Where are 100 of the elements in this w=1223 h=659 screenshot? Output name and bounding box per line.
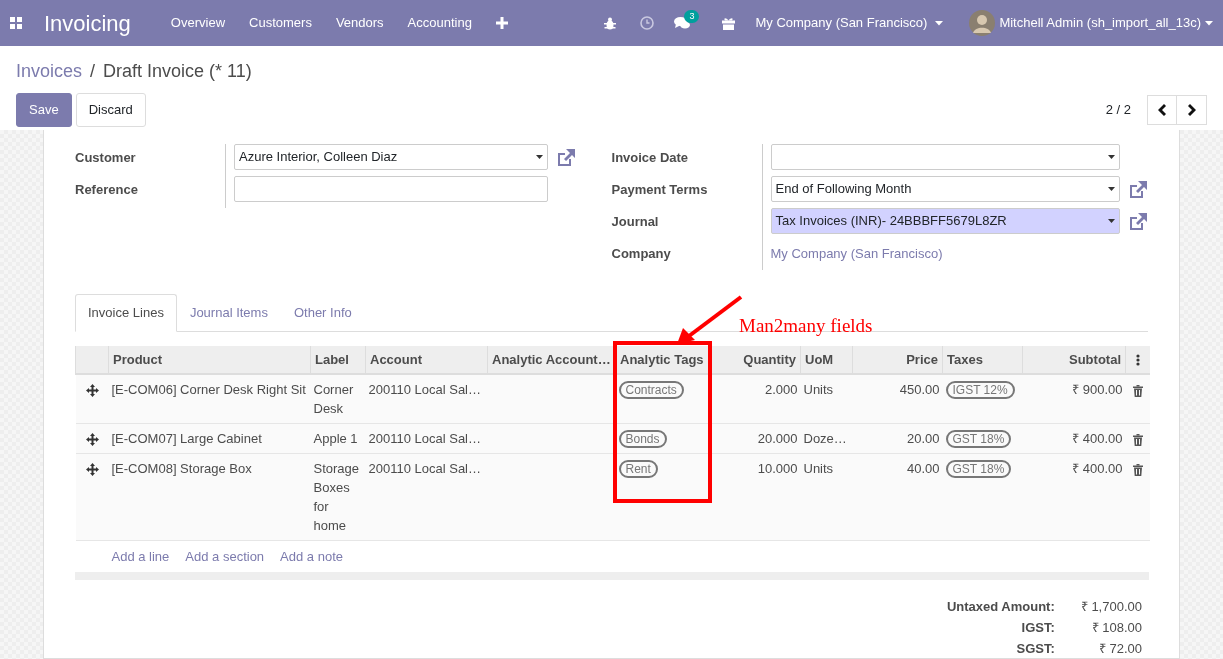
caret-icon — [1108, 219, 1115, 223]
column-header: UoM — [800, 345, 853, 374]
column-header: Quantity — [710, 345, 801, 374]
total-label: Untaxed Amount: — [945, 598, 1056, 616]
external-link-icon[interactable] — [555, 148, 576, 166]
clock-icon[interactable] — [640, 16, 655, 30]
tag-pill: Bonds — [618, 430, 667, 448]
caret-icon — [935, 20, 944, 26]
table-cell: [E-COM07] Large Cabinet — [108, 423, 311, 454]
table-cell: Apple 1 — [310, 423, 366, 454]
move-handle-icon[interactable] — [85, 463, 99, 477]
field-label: Customer — [75, 149, 137, 167]
external-link-icon[interactable] — [1128, 212, 1148, 230]
column-header: Product — [108, 345, 311, 374]
pager-counter: 2 / 2 — [1105, 101, 1131, 119]
chevron-right-icon — [1187, 103, 1196, 116]
input-field[interactable] — [234, 176, 548, 202]
total-value: ₹ 1,700.00 — [1079, 598, 1143, 616]
caret-icon — [535, 155, 543, 159]
column-header: Analytic Tags — [615, 345, 711, 374]
total-value: ₹ 108.00 — [1090, 619, 1143, 637]
previous-button[interactable] — [1147, 94, 1177, 125]
total-label: IGST: — [1020, 619, 1056, 637]
select-field[interactable]: Tax Invoices (INR)- 24BBBFF5679L8ZR — [770, 208, 1120, 234]
table-cell: 40.00 — [852, 453, 943, 541]
menu-item[interactable]: Vendors — [335, 13, 384, 33]
tax-pill: GST 18% — [945, 430, 1012, 448]
column-options-icon[interactable] — [1135, 354, 1140, 367]
table-cell: [E-COM08] Storage Box — [108, 453, 311, 541]
bug-icon[interactable] — [604, 16, 617, 30]
select-field[interactable]: End of Following Month — [770, 176, 1120, 202]
add-link[interactable]: Add a note — [280, 549, 343, 564]
total-value: ₹ 72.00 — [1097, 640, 1143, 658]
trash-icon[interactable] — [1132, 463, 1143, 476]
field-label: Payment Terms — [611, 181, 709, 199]
select-field[interactable]: Azure Interior, Colleen Diaz — [234, 144, 548, 170]
table-cell: [E-COM06] Corner Desk Right Sit — [108, 374, 311, 424]
table-cell: Units — [800, 453, 853, 541]
table-cell: 450.00 — [852, 374, 943, 424]
table-cell: ₹ 900.00 — [1022, 374, 1126, 424]
gift-icon[interactable] — [722, 16, 736, 30]
field-label: Invoice Date — [611, 149, 690, 167]
menu-item[interactable]: Customers — [249, 13, 312, 33]
discard-button[interactable]: Discard — [75, 93, 146, 127]
save-button[interactable]: Save — [16, 93, 72, 127]
page-title: Draft Invoice (* 11) — [103, 61, 252, 81]
breadcrumb-separator: / — [90, 61, 96, 81]
table-cell: 200110 Local Sal… — [365, 374, 488, 424]
annotation-text: Man2many fields — [739, 313, 873, 338]
tax-pill: GST 18% — [945, 460, 1012, 478]
menu-item[interactable]: Overview — [170, 13, 226, 33]
column-header: Label — [310, 345, 366, 374]
move-handle-icon[interactable] — [85, 384, 99, 398]
column-header: Analytic Account… — [487, 345, 616, 374]
breadcrumb-link[interactable]: Invoices — [16, 61, 83, 81]
tag-pill: Contracts — [618, 381, 684, 399]
table-cell: 200110 Local Sal… — [365, 453, 488, 541]
company-switcher[interactable]: My Company (San Francisco) — [755, 13, 944, 33]
move-handle-icon[interactable] — [85, 433, 99, 447]
column-header: Taxes — [942, 345, 1023, 374]
tab[interactable]: Journal Items — [176, 294, 281, 332]
menu-item[interactable]: Accounting — [407, 13, 472, 33]
column-header: Price — [852, 345, 943, 374]
table-cell: Corner Desk — [310, 374, 366, 424]
caret-icon — [1108, 155, 1115, 159]
total-label: SGST: — [1015, 640, 1056, 658]
table-cell: 2.000 — [710, 374, 801, 424]
user-menu[interactable]: Mitchell Admin (sh_import_all_13c) — [969, 10, 1213, 36]
next-button[interactable] — [1177, 94, 1207, 125]
table-cell: 20.00 — [852, 423, 943, 454]
add-link[interactable]: Add a line — [111, 549, 170, 564]
tab[interactable]: Other Info — [280, 294, 365, 332]
external-link-icon[interactable] — [1128, 180, 1148, 198]
column-header: Subtotal — [1022, 345, 1126, 374]
tag-pill: Rent — [618, 460, 658, 478]
table-cell: 200110 Local Sal… — [365, 423, 488, 454]
table-cell: 20.000 — [710, 423, 801, 454]
trash-icon[interactable] — [1132, 384, 1143, 397]
avatar-icon — [969, 10, 996, 36]
app-title: Invoicing — [44, 9, 131, 38]
company-link[interactable]: My Company (San Francisco) — [770, 240, 943, 264]
plus-icon[interactable] — [495, 17, 508, 29]
column-header: Account — [365, 345, 488, 374]
tab[interactable]: Invoice Lines — [75, 294, 177, 332]
trash-icon[interactable] — [1132, 433, 1143, 446]
select-field[interactable] — [770, 144, 1120, 170]
table-cell: 10.000 — [710, 453, 801, 541]
add-link[interactable]: Add a section — [185, 549, 265, 564]
apps-menu-icon[interactable] — [10, 17, 22, 29]
caret-icon — [1108, 187, 1115, 191]
field-label: Journal — [611, 213, 660, 231]
field-label: Company — [611, 245, 672, 263]
message-count-badge: 3 — [684, 10, 700, 23]
table-cell: Storage Boxes for home — [310, 453, 366, 541]
caret-icon — [1205, 20, 1213, 26]
field-label: Reference — [75, 181, 139, 199]
table-cell: ₹ 400.00 — [1022, 423, 1126, 454]
table-cell: ₹ 400.00 — [1022, 453, 1126, 541]
table-cell: Doze… — [800, 423, 853, 454]
chevron-left-icon — [1158, 103, 1166, 116]
